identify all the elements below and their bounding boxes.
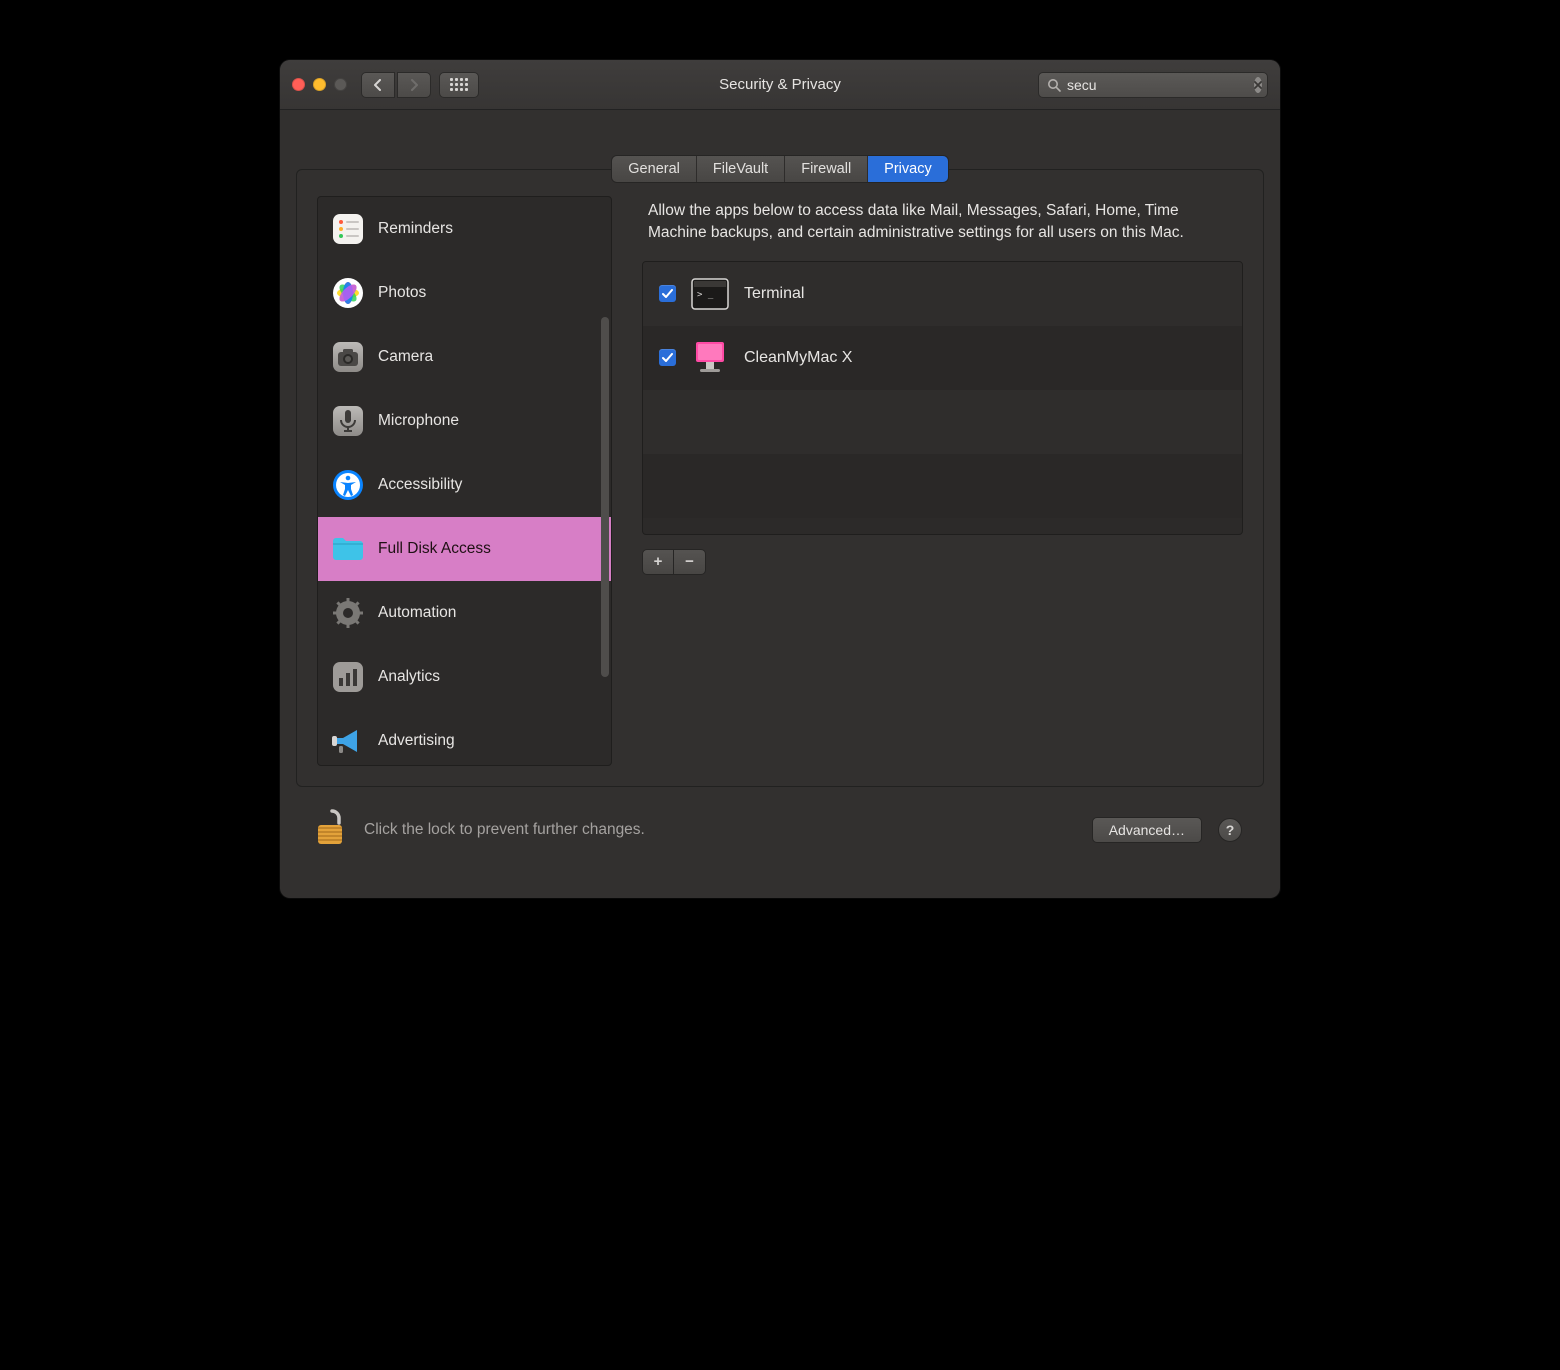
tab-bar: General FileVault Firewall Privacy: [296, 156, 1264, 182]
megaphone-icon: [330, 726, 366, 756]
grid-icon: [450, 78, 468, 91]
app-row-cleanmymac[interactable]: CleanMyMac X: [643, 326, 1242, 390]
back-button[interactable]: [361, 72, 395, 98]
sidebar-item-advertising[interactable]: Advertising: [318, 709, 611, 765]
tab-privacy[interactable]: Privacy: [868, 156, 948, 182]
add-remove-controls: + −: [642, 549, 1243, 575]
sidebar-item-full-disk-access[interactable]: Full Disk Access: [318, 517, 611, 581]
minus-icon: −: [685, 553, 694, 570]
check-icon: [662, 353, 673, 363]
photos-icon: [330, 277, 366, 309]
close-icon: [1254, 81, 1262, 89]
sidebar-item-label: Photos: [378, 284, 426, 302]
chevron-left-icon: [373, 79, 383, 91]
sidebar-item-label: Automation: [378, 604, 456, 622]
check-icon: [662, 289, 673, 299]
forward-button[interactable]: [397, 72, 431, 98]
sidebar-scrollbar[interactable]: [601, 317, 609, 677]
detail-description: Allow the apps below to access data like…: [642, 196, 1243, 261]
sidebar-item-analytics[interactable]: Analytics: [318, 645, 611, 709]
terminal-icon: > _: [690, 277, 730, 311]
accessibility-icon: [330, 469, 366, 501]
window-body: General FileVault Firewall Privacy Remin…: [280, 110, 1280, 898]
show-all-button[interactable]: [439, 72, 479, 98]
help-icon: ?: [1226, 822, 1235, 838]
footer: Click the lock to prevent further change…: [296, 787, 1264, 878]
add-app-button[interactable]: +: [642, 549, 674, 575]
sidebar-item-label: Analytics: [378, 668, 440, 686]
privacy-panel: Reminders: [296, 169, 1264, 787]
traffic-lights: [292, 78, 347, 91]
sidebar-item-label: Reminders: [378, 220, 453, 238]
sidebar-item-accessibility[interactable]: Accessibility: [318, 453, 611, 517]
permission-checkbox[interactable]: [659, 349, 676, 366]
tab-label: Privacy: [884, 161, 932, 177]
sidebar-item-microphone[interactable]: Microphone: [318, 389, 611, 453]
lock-description: Click the lock to prevent further change…: [364, 821, 645, 839]
sidebar-item-photos[interactable]: Photos: [318, 261, 611, 325]
tab-label: General: [628, 161, 680, 177]
search-input[interactable]: [1061, 77, 1254, 93]
app-row-terminal[interactable]: > _ Terminal: [643, 262, 1242, 326]
sidebar-item-reminders[interactable]: Reminders: [318, 197, 611, 261]
plus-icon: +: [654, 553, 663, 570]
sidebar-item-label: Full Disk Access: [378, 540, 491, 558]
app-name: Terminal: [744, 285, 804, 303]
advanced-button[interactable]: Advanced…: [1092, 817, 1202, 843]
tab-label: Firewall: [801, 161, 851, 177]
lock-icon[interactable]: [314, 807, 348, 852]
cleanmymac-icon: [690, 339, 730, 377]
app-name: CleanMyMac X: [744, 349, 852, 367]
close-window-button[interactable]: [292, 78, 305, 91]
tab-general[interactable]: General: [612, 156, 697, 182]
sidebar-item-label: Accessibility: [378, 476, 462, 494]
sidebar-item-label: Microphone: [378, 412, 459, 430]
gear-icon: [330, 597, 366, 629]
clear-search-button[interactable]: [1254, 77, 1262, 93]
camera-icon: [330, 341, 366, 373]
titlebar: Security & Privacy: [280, 60, 1280, 110]
microphone-icon: [330, 405, 366, 437]
app-row-empty: [643, 390, 1242, 454]
tab-firewall[interactable]: Firewall: [785, 156, 868, 182]
minimize-window-button[interactable]: [313, 78, 326, 91]
chevron-right-icon: [409, 79, 419, 91]
sidebar-item-camera[interactable]: Camera: [318, 325, 611, 389]
remove-app-button[interactable]: −: [674, 549, 706, 575]
app-permissions-list[interactable]: > _ Terminal CleanMyMac X: [642, 261, 1243, 535]
preferences-window: Security & Privacy General FileVault Fir…: [280, 60, 1280, 898]
svg-text:> _: > _: [697, 290, 714, 300]
help-button[interactable]: ?: [1218, 818, 1242, 842]
search-field[interactable]: [1038, 72, 1268, 98]
sidebar-item-label: Camera: [378, 348, 433, 366]
nav-buttons: [361, 72, 431, 98]
folder-icon: [330, 535, 366, 563]
search-icon: [1047, 78, 1061, 92]
privacy-categories-list[interactable]: Reminders: [317, 196, 612, 766]
detail-pane: Allow the apps below to access data like…: [642, 196, 1243, 766]
advanced-label: Advanced…: [1109, 822, 1185, 838]
sidebar-item-automation[interactable]: Automation: [318, 581, 611, 645]
app-row-empty: [643, 454, 1242, 518]
permission-checkbox[interactable]: [659, 285, 676, 302]
zoom-window-button[interactable]: [334, 78, 347, 91]
sidebar-item-label: Advertising: [378, 732, 455, 750]
reminders-icon: [330, 213, 366, 245]
tab-label: FileVault: [713, 161, 768, 177]
tab-filevault[interactable]: FileVault: [697, 156, 785, 182]
analytics-icon: [330, 661, 366, 693]
